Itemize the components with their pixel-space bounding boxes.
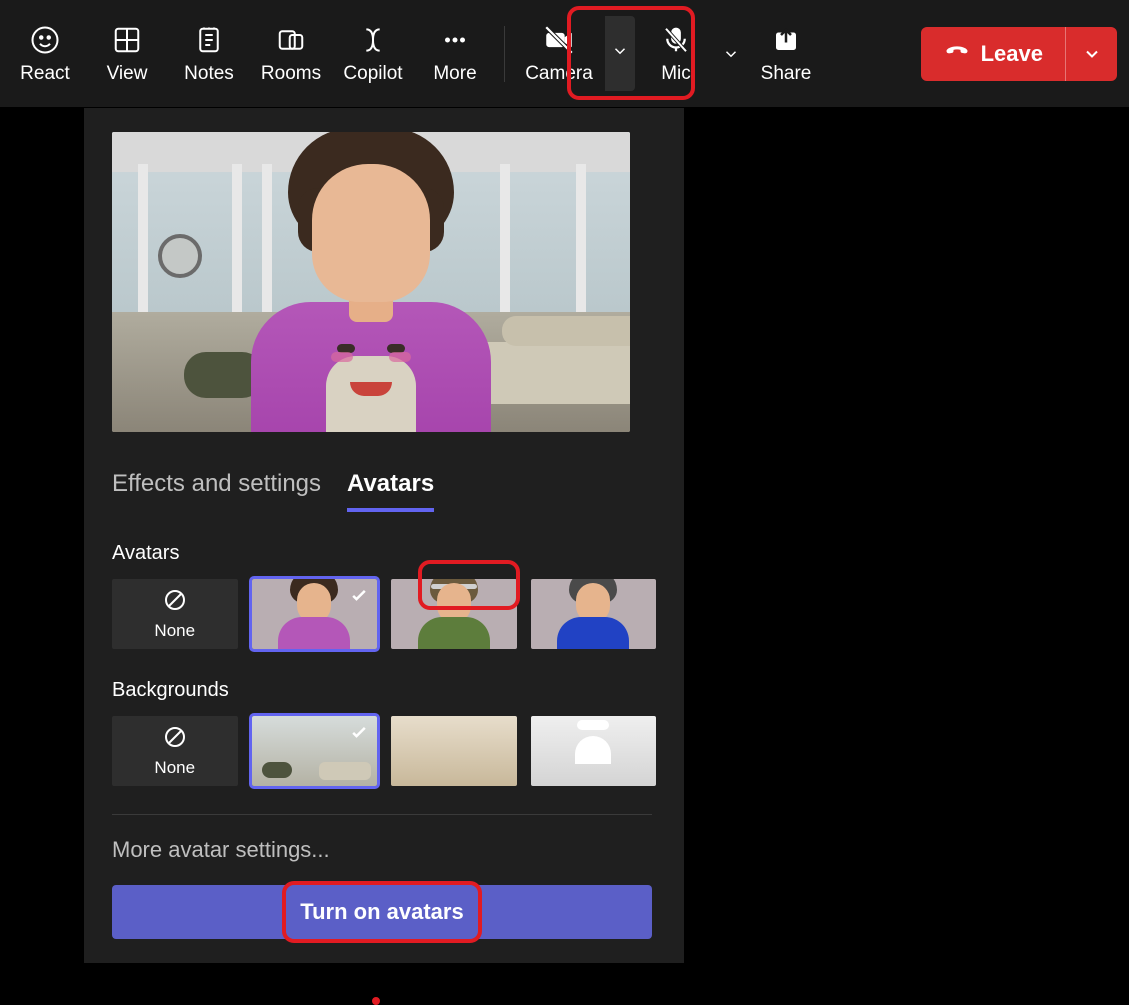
background-option-1[interactable] [252, 716, 378, 786]
mic-label: Mic [661, 63, 691, 85]
camera-options-button[interactable] [605, 16, 635, 91]
none-icon [163, 588, 187, 617]
view-button[interactable]: View [86, 0, 168, 107]
meeting-toolbar: React View Notes Rooms C [0, 0, 1129, 107]
copilot-button[interactable]: Copilot [332, 0, 414, 107]
share-icon [771, 23, 801, 57]
camera-group: Camera [513, 0, 635, 107]
hangup-icon [943, 37, 971, 71]
check-icon [349, 585, 369, 610]
divider [112, 814, 652, 815]
camera-label: Camera [525, 63, 593, 85]
react-button[interactable]: React [4, 0, 86, 107]
camera-button[interactable]: Camera [513, 0, 605, 107]
share-label: Share [761, 63, 812, 85]
backgrounds-grid: None [112, 716, 656, 786]
mic-off-icon [661, 23, 691, 57]
copilot-icon [357, 23, 389, 57]
more-avatar-settings-link[interactable]: More avatar settings... [112, 837, 656, 863]
mic-options-button[interactable] [717, 45, 745, 63]
tab-avatars[interactable]: Avatars [347, 470, 434, 512]
grid-icon [112, 23, 142, 57]
notes-label: Notes [184, 63, 234, 85]
avatars-section-title: Avatars [112, 542, 656, 565]
rooms-icon [276, 23, 306, 57]
panel-tabs: Effects and settings Avatars [112, 470, 656, 512]
leave-button[interactable]: Leave [921, 27, 1065, 81]
avatars-grid: None [112, 579, 656, 649]
hidden [372, 997, 380, 1005]
avatar-option-2[interactable] [391, 579, 517, 649]
more-label: More [433, 63, 476, 85]
backgrounds-section-title: Backgrounds [112, 679, 656, 702]
leave-group: Leave [921, 27, 1117, 81]
more-button[interactable]: More [414, 0, 496, 107]
notes-icon [194, 23, 224, 57]
view-label: View [107, 63, 148, 85]
avatar-option-none[interactable]: None [112, 579, 238, 649]
mic-button[interactable]: Mic [635, 0, 717, 107]
check-icon [349, 722, 369, 747]
copilot-label: Copilot [343, 63, 402, 85]
avatar-option-3[interactable] [531, 579, 657, 649]
background-none-label: None [154, 758, 195, 778]
background-option-3[interactable] [531, 716, 657, 786]
chevron-down-icon [611, 42, 629, 65]
smile-icon [30, 23, 60, 57]
react-label: React [20, 63, 70, 85]
camera-off-icon [542, 23, 576, 57]
mic-group: Mic [635, 0, 745, 107]
camera-settings-panel: Effects and settings Avatars Avatars Non… [84, 108, 684, 963]
avatar-none-label: None [154, 621, 195, 641]
tab-effects-settings[interactable]: Effects and settings [112, 470, 321, 512]
none-icon [163, 725, 187, 754]
avatar-option-1[interactable] [252, 579, 378, 649]
ellipsis-icon [440, 23, 470, 57]
background-option-none[interactable]: None [112, 716, 238, 786]
rooms-button[interactable]: Rooms [250, 0, 332, 107]
leave-label: Leave [981, 41, 1043, 67]
rooms-label: Rooms [261, 63, 321, 85]
toolbar-separator [504, 26, 505, 82]
share-button[interactable]: Share [745, 0, 827, 107]
notes-button[interactable]: Notes [168, 0, 250, 107]
turn-on-avatars-button[interactable]: Turn on avatars [112, 885, 652, 939]
avatar-preview [112, 132, 630, 432]
leave-options-button[interactable] [1065, 27, 1117, 81]
background-option-2[interactable] [391, 716, 517, 786]
